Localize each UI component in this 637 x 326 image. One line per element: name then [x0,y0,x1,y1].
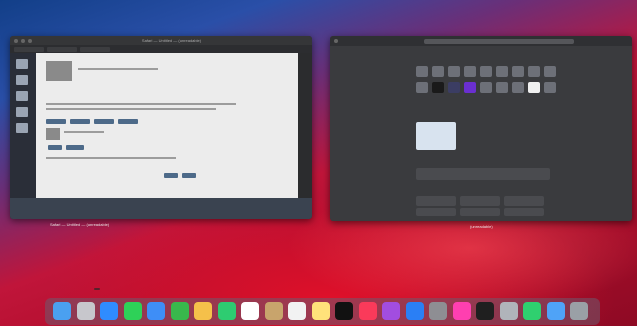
browser-tab[interactable] [47,46,77,52]
action-button[interactable] [70,119,90,124]
option-card[interactable] [460,196,500,206]
disk-utility-icon[interactable] [499,302,518,320]
theme-swatch[interactable] [544,82,556,93]
search-field[interactable] [424,38,574,44]
arc-icon[interactable] [452,302,471,320]
sidebar-icon[interactable] [16,59,28,69]
action-button[interactable] [46,119,66,124]
system-preferences-icon[interactable] [429,302,447,320]
sidebar-icon[interactable] [16,107,28,117]
theme-swatch[interactable] [464,66,476,77]
option-card[interactable] [504,196,544,206]
theme-swatch[interactable] [416,66,428,77]
theme-swatch[interactable] [496,82,508,93]
launchpad-icon[interactable] [76,302,95,320]
app-store-icon[interactable] [405,302,424,320]
text-line [46,103,236,105]
contacts-icon[interactable] [264,302,283,320]
terminal-icon[interactable] [476,302,494,320]
notes-icon[interactable] [311,302,330,320]
maps-icon[interactable] [170,302,189,320]
settings-titlebar[interactable] [330,36,632,46]
music-icon[interactable] [358,302,377,320]
browser-content [36,53,298,198]
messages-icon[interactable] [123,302,142,320]
theme-swatch[interactable] [448,82,460,93]
browser-window[interactable]: Safari — Untitled — (unreadable) [10,36,312,219]
theme-swatch[interactable] [464,82,476,93]
text-line [64,131,104,133]
action-button[interactable] [94,119,114,124]
theme-swatch[interactable] [432,66,444,77]
action-button[interactable] [66,145,84,150]
facetime-icon[interactable] [217,302,236,320]
browser-title: Safari — Untitled — (unreadable) [141,38,202,43]
option-card[interactable] [504,208,544,216]
cancel-button[interactable] [182,173,196,178]
sidebar-icon[interactable] [16,91,28,101]
theme-swatch[interactable] [448,66,460,77]
preview-thumbnail[interactable] [416,122,456,150]
browser-titlebar[interactable]: Safari — Untitled — (unreadable) [10,36,312,45]
browser-window-caption: Safari — Untitled — (unreadable) [50,222,110,227]
action-button[interactable] [118,119,138,124]
browser-tabbar[interactable] [10,45,312,53]
folder-icon[interactable] [546,302,565,320]
theme-swatch[interactable] [496,66,508,77]
trash-icon[interactable] [570,302,588,320]
browser-sidebar [10,53,36,219]
option-card[interactable] [416,196,456,206]
finder-icon[interactable] [53,302,71,320]
theme-swatch[interactable] [528,82,540,93]
settings-window-caption: (unreadable) [470,224,493,229]
close-button-dot[interactable] [334,39,338,43]
submit-button[interactable] [164,173,178,178]
theme-swatch[interactable] [512,66,524,77]
option-card[interactable] [460,208,500,216]
input-field[interactable] [416,168,550,180]
theme-swatch[interactable] [528,66,540,77]
tv-icon[interactable] [335,302,353,320]
theme-swatch[interactable] [480,82,492,93]
reminders-icon[interactable] [288,302,306,320]
theme-swatch[interactable] [416,82,428,93]
sidebar-icon[interactable] [16,75,28,85]
theme-swatch[interactable] [512,82,524,93]
theme-swatch[interactable] [544,66,556,77]
action-button[interactable] [48,145,62,150]
settings-window[interactable] [330,36,632,221]
browser-tab[interactable] [80,46,110,52]
mail-icon[interactable] [147,302,165,320]
podcasts-icon[interactable] [382,302,400,320]
dock-tooltip [94,288,100,290]
text-line [46,108,216,110]
close-button-dot[interactable] [14,38,18,43]
safari-icon[interactable] [100,302,118,320]
option-card[interactable] [416,208,456,216]
zoom-button-dot[interactable] [28,38,32,43]
browser-footer [10,198,312,219]
browser-tab[interactable] [14,46,44,52]
theme-swatch[interactable] [480,66,492,77]
calendar-icon[interactable] [241,302,259,320]
photos-icon[interactable] [194,302,212,320]
text-line [78,68,158,70]
minimize-button-dot[interactable] [21,38,25,43]
text-line [46,157,176,159]
dock [45,298,600,325]
green-app-icon[interactable] [523,302,541,320]
sidebar-icon[interactable] [16,123,28,133]
theme-swatch[interactable] [432,82,444,93]
desktop: Safari — Untitled — (unreadable) Safari … [0,0,637,326]
image-thumbnail [46,128,60,140]
image-thumbnail [46,61,72,81]
